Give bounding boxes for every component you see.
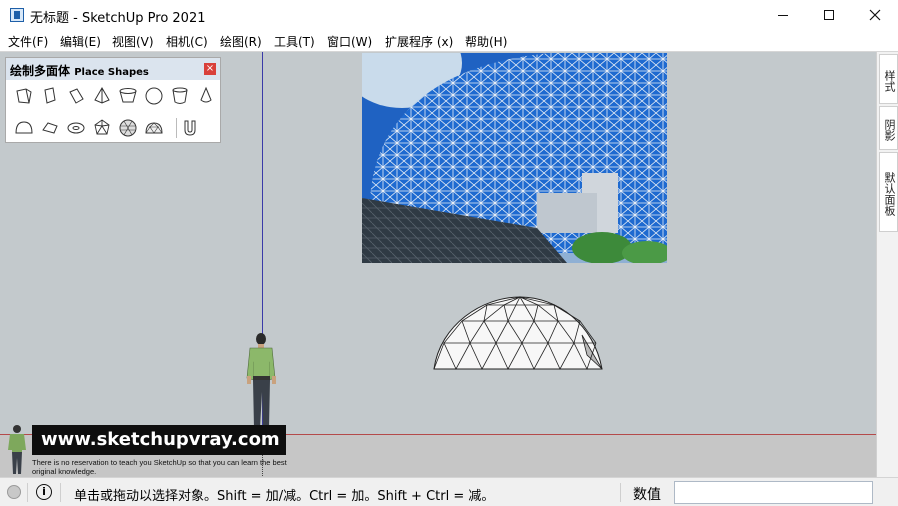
frustum-icon[interactable] <box>118 86 138 106</box>
minimize-button[interactable] <box>760 0 806 30</box>
toolbar-title: 绘制多面体 Place Shapes <box>10 62 149 79</box>
toolbar-title-bar[interactable]: 绘制多面体 Place Shapes × <box>6 58 220 80</box>
dodecahedron-icon[interactable] <box>92 118 112 138</box>
menu-help[interactable]: 帮助(H) <box>465 33 507 50</box>
geodesic-dome-model[interactable] <box>432 295 604 373</box>
toolbar-title-cn: 绘制多面体 <box>10 64 71 78</box>
menu-extensions[interactable]: 扩展程序 (x) <box>385 33 453 50</box>
status-separator <box>27 483 28 502</box>
cube-icon[interactable] <box>14 86 34 106</box>
menu-bar: 文件(F) 编辑(E) 视图(V) 相机(C) 绘图(R) 工具(T) 窗口(W… <box>0 30 898 52</box>
watermark-note: There is no reservation to teach you Ske… <box>32 458 287 476</box>
small-scale-figure <box>6 424 28 476</box>
menu-tools[interactable]: 工具(T) <box>274 33 315 50</box>
measurements-input[interactable] <box>674 481 873 504</box>
status-separator <box>620 483 621 502</box>
prism-icon[interactable] <box>40 86 60 106</box>
watermark-url: www.sketchupvray.com <box>32 425 286 455</box>
menu-camera[interactable]: 相机(C) <box>166 33 208 50</box>
menu-edit[interactable]: 编辑(E) <box>60 33 101 50</box>
menu-file[interactable]: 文件(F) <box>8 33 48 50</box>
cushion-icon[interactable] <box>40 118 60 138</box>
octahedron-icon[interactable] <box>66 86 86 106</box>
scale-figure[interactable] <box>242 332 282 436</box>
cylinder-icon[interactable] <box>170 86 190 106</box>
dome-icon[interactable] <box>14 118 34 138</box>
menu-window[interactable]: 窗口(W) <box>327 33 372 50</box>
watermark: www.sketchupvray.com There is no reserva… <box>32 425 287 477</box>
geodome-icon[interactable] <box>144 118 164 138</box>
maximize-button[interactable] <box>806 0 852 30</box>
torus-icon[interactable] <box>66 118 86 138</box>
window-title: 无标题 - SketchUp Pro 2021 <box>30 11 206 26</box>
menu-draw[interactable]: 绘图(R) <box>220 33 262 50</box>
status-bar: i 单击或拖动以选择对象。Shift = 加/减。Ctrl = 加。Shift … <box>0 477 898 506</box>
close-button[interactable] <box>852 0 898 30</box>
status-hint: 单击或拖动以选择对象。Shift = 加/减。Ctrl = 加。Shift + … <box>74 489 495 504</box>
toolbar-close-button[interactable]: × <box>204 63 216 75</box>
tray-tab-shadows[interactable]: 阴影 <box>879 106 898 150</box>
toolbar-separator <box>176 118 177 138</box>
close-icon <box>869 9 881 21</box>
info-icon[interactable]: i <box>36 484 52 500</box>
magnet-icon[interactable] <box>180 118 200 138</box>
toolbar-title-en: Place Shapes <box>74 67 149 78</box>
menu-view[interactable]: 视图(V) <box>112 33 154 50</box>
title-bar: 无标题 - SketchUp Pro 2021 <box>0 0 898 30</box>
geosphere-icon[interactable] <box>118 118 138 138</box>
pyramid-icon[interactable] <box>92 86 112 106</box>
default-tray: 样式 阴影 默认面板 <box>876 52 898 477</box>
sphere-icon[interactable] <box>144 86 164 106</box>
tray-tab-styles[interactable]: 样式 <box>879 54 898 104</box>
geolocation-icon[interactable] <box>7 485 21 499</box>
minimize-icon <box>778 14 788 16</box>
place-shapes-toolbar: 绘制多面体 Place Shapes × <box>5 57 221 143</box>
sketchup-icon <box>10 8 24 22</box>
tray-tab-default-panel[interactable]: 默认面板 <box>879 152 898 232</box>
cone-icon[interactable] <box>196 86 216 106</box>
status-separator <box>60 483 61 502</box>
maximize-icon <box>824 10 834 20</box>
measurements-label: 数值 <box>633 487 661 503</box>
reference-image[interactable] <box>362 53 667 263</box>
